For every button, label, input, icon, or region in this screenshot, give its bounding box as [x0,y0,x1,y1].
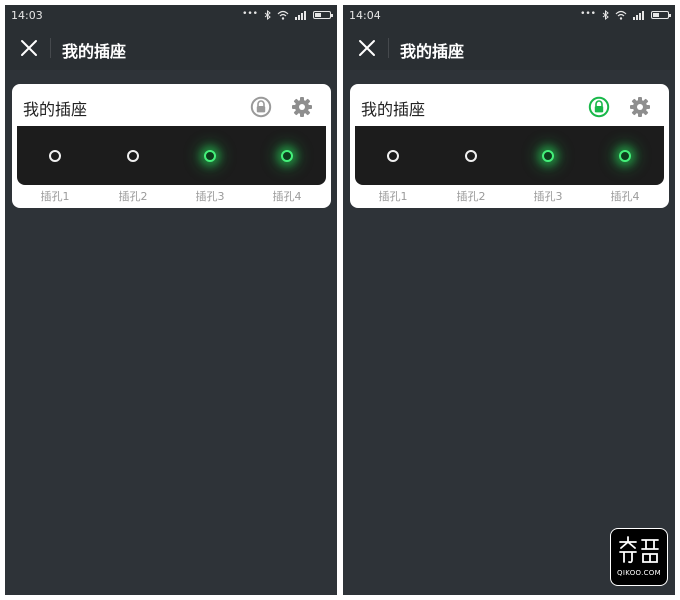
outlet-4[interactable] [281,150,293,162]
lock-icon[interactable] [250,96,272,118]
outlet-label-3: 插孔3 [533,190,563,203]
qikoo-watermark: QIKOO.COM [610,528,668,586]
bluetooth-icon [264,9,271,20]
divider [50,38,51,58]
status-time: 14:03 [11,9,43,22]
outlet-label-4: 插孔4 [610,190,640,203]
outlet-strip [17,126,326,185]
dots-icon: ••• [580,9,596,19]
outlet-label-3: 插孔3 [195,190,225,203]
outlet-1[interactable] [49,150,61,162]
outlet-label-2: 插孔2 [118,190,148,203]
outlet-strip [355,126,664,185]
qikoo-logo-icon [619,536,659,564]
socket-card: 我的插座 插孔1 插孔2 插孔3 插孔4 [12,84,331,208]
app-bar: 我的插座 [5,26,337,70]
status-bar: 14:04 ••• [343,5,675,26]
watermark-url: QIKOO.COM [617,569,661,577]
bluetooth-icon [602,9,609,20]
outlet-label-1: 插孔1 [40,190,70,203]
app-bar: 我的插座 [343,26,675,70]
status-time: 14:04 [349,9,381,22]
outlet-label-1: 插孔1 [378,190,408,203]
signal-icon [633,10,644,20]
outlet-3[interactable] [542,150,554,162]
dots-icon: ••• [242,9,258,19]
gear-icon[interactable] [291,96,313,118]
outlet-2[interactable] [127,150,139,162]
phone-screen-left: 14:03 ••• 我的插座 我的插座 插孔1 插孔2 插孔3 插孔4 [5,5,337,595]
divider [388,38,389,58]
close-icon[interactable] [20,39,38,57]
outlet-label-4: 插孔4 [272,190,302,203]
lock-icon[interactable] [588,96,610,118]
wifi-icon [277,10,289,20]
card-title: 我的插座 [23,100,88,119]
battery-icon [313,10,333,19]
close-icon[interactable] [358,39,376,57]
card-title: 我的插座 [361,100,426,119]
outlet-3[interactable] [204,150,216,162]
signal-icon [295,10,306,20]
outlet-4[interactable] [619,150,631,162]
page-title: 我的插座 [62,42,127,61]
socket-card: 我的插座 插孔1 插孔2 插孔3 插孔4 [350,84,669,208]
battery-icon [651,10,671,19]
outlet-1[interactable] [387,150,399,162]
gear-icon[interactable] [629,96,651,118]
outlet-2[interactable] [465,150,477,162]
status-icons: ••• [242,9,333,20]
wifi-icon [615,10,627,20]
page-title: 我的插座 [400,42,465,61]
status-icons: ••• [580,9,671,20]
phone-screen-right: 14:04 ••• 我的插座 我的插座 插孔1 插孔2 插孔3 插孔4 [343,5,675,595]
status-bar: 14:03 ••• [5,5,337,26]
outlet-label-2: 插孔2 [456,190,486,203]
